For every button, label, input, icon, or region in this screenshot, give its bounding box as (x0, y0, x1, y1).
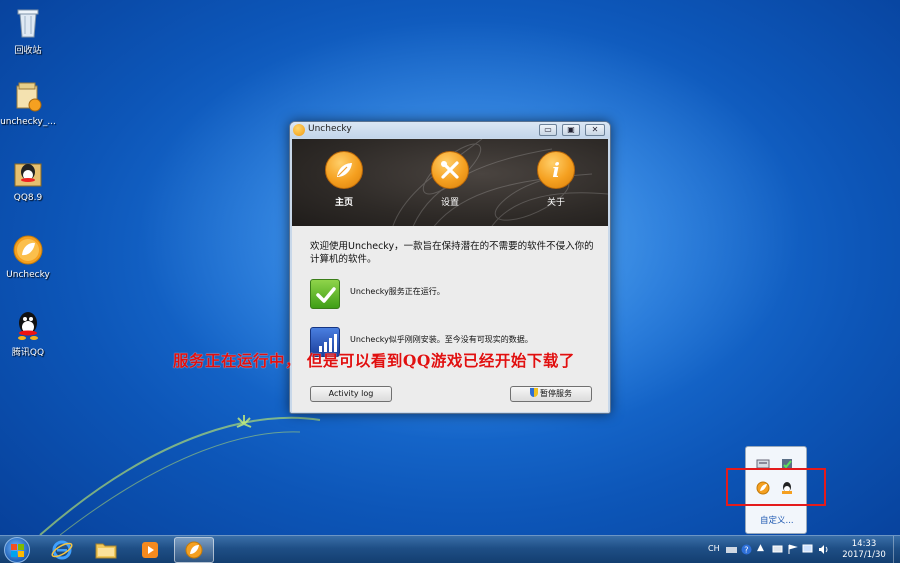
nav-banner: 主页 设置 i 关于 (292, 139, 608, 226)
flag-icon[interactable] (787, 544, 798, 555)
welcome-text: 欢迎使用Unchecky，一款旨在保持潜在的不需要的软件不侵入你的计算机的软件。 (310, 241, 594, 265)
window-title: Unchecky (308, 124, 352, 134)
recycle-bin-icon (17, 9, 39, 38)
desktop-icon-label: 腾讯QQ (11, 348, 45, 358)
tray-overflow-arrow[interactable]: ▲ (757, 543, 764, 553)
desktop-icon-qq-installer[interactable]: QQ8.9 (0, 156, 56, 203)
window-titlebar[interactable]: Unchecky ▭ ▣ ✕ (290, 122, 610, 138)
customize-link[interactable]: 自定义... (760, 514, 794, 526)
taskbar-ie[interactable] (42, 537, 82, 563)
desktop-icon-recycle-bin[interactable]: 回收站 (0, 6, 56, 56)
desktop-icon-label: 回收站 (14, 46, 42, 56)
qq-penguin-icon (18, 312, 38, 340)
desktop-icon-label: Unchecky (6, 270, 50, 280)
tab-home[interactable]: 主页 (314, 151, 374, 208)
window-client: 主页 设置 i 关于 欢迎使用Unchecky，一款旨在保持潜在的不需要的软件不… (292, 139, 608, 412)
language-indicator[interactable]: CH (708, 544, 720, 553)
start-button[interactable] (4, 537, 30, 563)
taskbar-media-player[interactable] (130, 537, 170, 563)
windows-logo-icon (11, 544, 24, 557)
help-icon[interactable]: ? (741, 544, 752, 555)
clock-time: 14:33 (851, 539, 877, 549)
taskbar-unchecky[interactable] (174, 537, 214, 563)
unchecky-logo-icon (293, 124, 305, 136)
installer-icon (16, 82, 42, 112)
install-status-text: Unchecky似乎刚刚安装。至今没有可现实的数据。 (350, 335, 533, 344)
pause-service-button[interactable]: 暂停服务 (510, 386, 592, 402)
monitor-icon[interactable] (802, 544, 813, 555)
keyboard-icon[interactable] (726, 544, 737, 555)
unchecky-icon (13, 235, 43, 265)
desktop-icon-label: unchecky_... (0, 117, 56, 127)
desktop-icon-unchecky-installer[interactable]: unchecky_... (0, 80, 56, 127)
folder-icon (95, 543, 117, 559)
qq-installer-icon (14, 163, 42, 187)
tab-home-label: 主页 (334, 198, 353, 208)
svg-text:?: ? (744, 546, 748, 555)
tab-settings-label: 设置 (440, 198, 459, 208)
volume-icon[interactable] (818, 544, 829, 555)
clock[interactable]: 14:33 2017/1/30 (838, 539, 890, 561)
tab-about-label: 关于 (546, 198, 565, 208)
activity-log-button[interactable]: Activity log (310, 386, 392, 402)
info-icon: i (537, 151, 575, 189)
highlight-box (726, 468, 826, 506)
unchecky-taskbar-icon (185, 541, 203, 559)
desktop-icon-tencent-qq[interactable]: 腾讯QQ (0, 308, 56, 358)
service-status-row: Unchecky服务正在运行。 (310, 279, 600, 309)
service-status-text: Unchecky服务正在运行。 (350, 287, 445, 296)
taskbar-explorer[interactable] (86, 537, 126, 563)
network-icon[interactable] (772, 544, 783, 555)
maximize-button[interactable]: ▣ (562, 124, 580, 136)
clock-date: 2017/1/30 (842, 550, 886, 560)
shield-icon (530, 388, 538, 397)
media-player-icon (142, 542, 158, 558)
show-desktop-button[interactable] (893, 536, 900, 563)
tools-icon (431, 151, 469, 189)
check-icon (310, 279, 340, 309)
annotation-text: 服务正在运行中， 但是可以看到QQ游戏已经开始下载了 (173, 351, 575, 370)
close-button[interactable]: ✕ (585, 124, 605, 136)
tab-about[interactable]: i 关于 (526, 151, 586, 208)
desktop-icon-unchecky[interactable]: Unchecky (0, 233, 56, 280)
tab-settings[interactable]: 设置 (420, 151, 480, 208)
internet-explorer-icon (51, 540, 73, 560)
taskbar: CH ? ▲ 14:33 2017/1/30 (0, 535, 900, 563)
leaf-icon (325, 151, 363, 189)
minimize-button[interactable]: ▭ (539, 124, 557, 136)
desktop-icon-label: QQ8.9 (13, 193, 43, 203)
pause-service-label: 暂停服务 (540, 389, 572, 398)
